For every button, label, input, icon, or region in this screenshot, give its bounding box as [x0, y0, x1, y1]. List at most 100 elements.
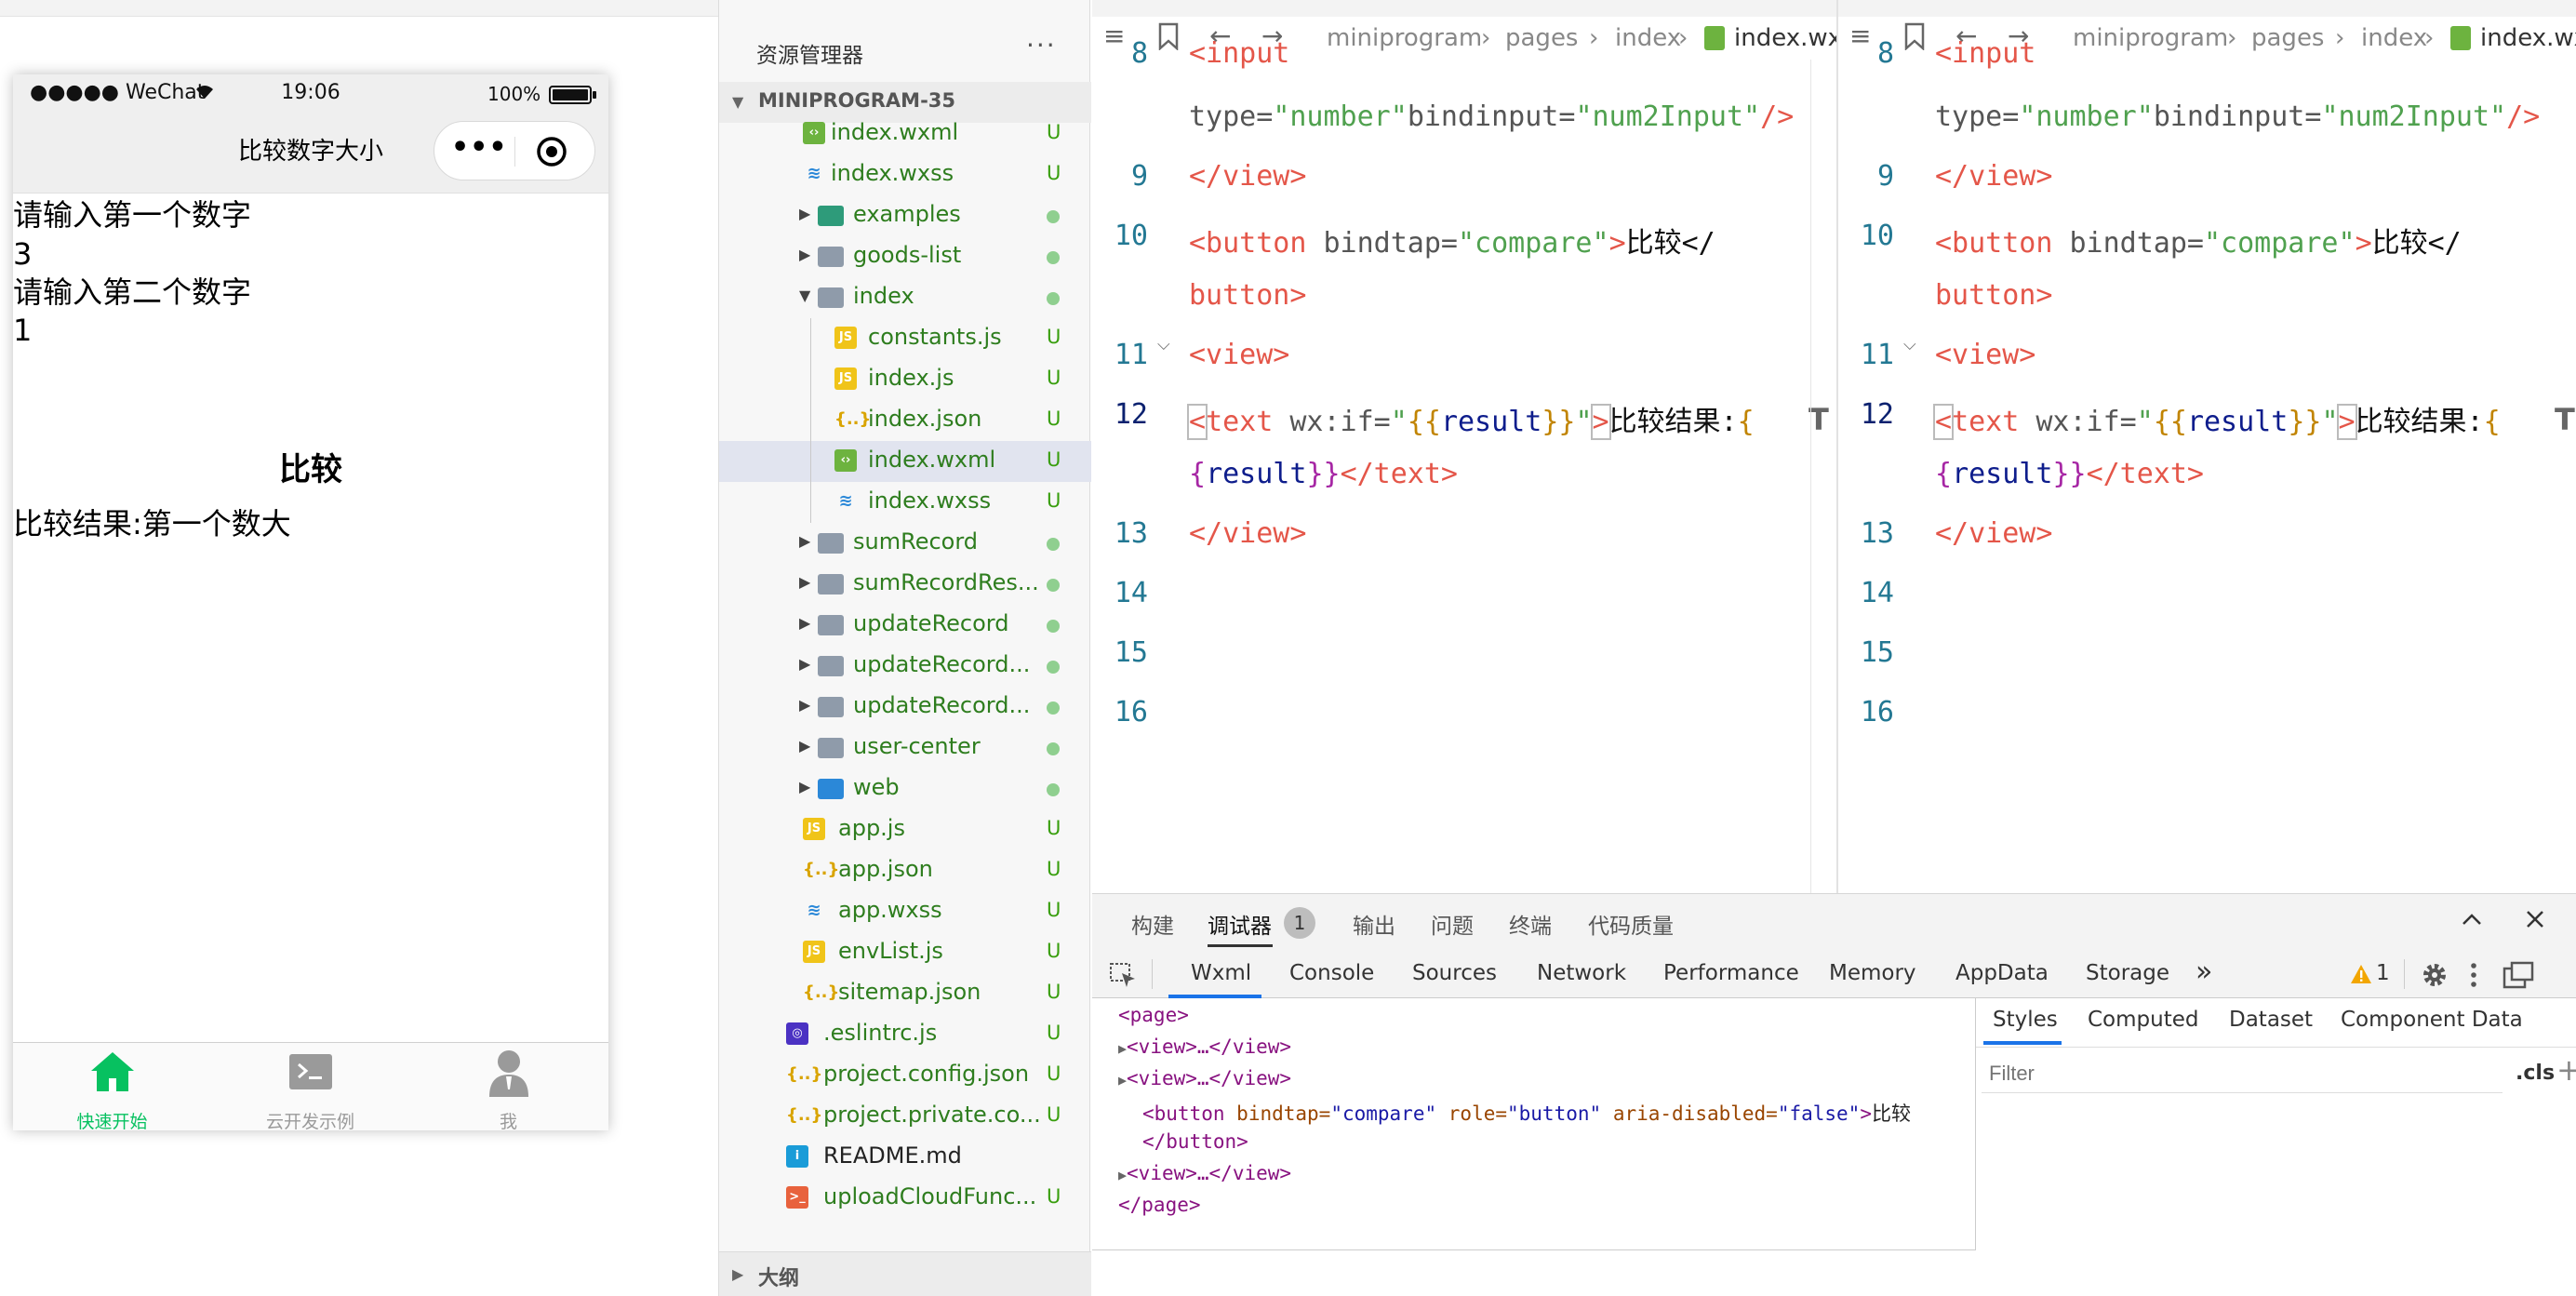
tree-item-index-wxss[interactable]: ≋ index.wxss U: [719, 154, 1091, 195]
tab-me[interactable]: 我: [409, 1043, 607, 1130]
tree-item-sitemap-json[interactable]: {..} sitemap.json U: [719, 973, 1091, 1014]
tree-item-index-json[interactable]: {..} index.json U: [719, 400, 1091, 441]
tab-terminal[interactable]: 终端: [1509, 908, 1552, 940]
expand-arrow-icon[interactable]: ▶: [1118, 1072, 1127, 1089]
tree-item-index-wxml[interactable]: ‹› index.wxml U: [719, 441, 1091, 482]
chevron-right-icon[interactable]: ▶: [799, 532, 810, 550]
devtools-tab-appdata[interactable]: AppData: [1955, 961, 2049, 985]
breadcrumb-file[interactable]: index.wxml: [1734, 24, 1836, 52]
tree-item-web[interactable]: ▶ web: [719, 768, 1091, 809]
bookmark-icon[interactable]: [1157, 22, 1180, 50]
tree-item-examples[interactable]: ▶ examples: [719, 195, 1091, 236]
styles-tab-dataset[interactable]: Dataset: [2229, 1008, 2313, 1032]
chevron-down-icon[interactable]: ▼: [799, 287, 810, 304]
chevron-right-icon[interactable]: ▶: [799, 696, 810, 714]
tab-debugger[interactable]: 调试器: [1208, 908, 1272, 940]
tree-item-uploadcloudfunc[interactable]: >_ uploadCloudFunc... U: [719, 1178, 1091, 1219]
tree-item-readme-md[interactable]: i README.md: [719, 1137, 1091, 1178]
close-miniprogram-icon[interactable]: [535, 135, 568, 168]
dom-node-view-2[interactable]: ▶<view>…</view>: [1118, 1067, 1291, 1089]
code-editor-left[interactable]: ≡ ← → miniprogram › pages › index › inde…: [1092, 0, 1836, 893]
breadcrumb-pages[interactable]: pages: [1505, 24, 1578, 52]
chevron-right-icon[interactable]: ▶: [799, 573, 810, 591]
tree-item-index-wxss[interactable]: ≋ index.wxss U: [719, 482, 1091, 523]
code-editor-right[interactable]: ≡ ← → miniprogram › pages › index › inde…: [1838, 0, 2576, 893]
tab-code-quality[interactable]: 代码质量: [1588, 908, 1674, 940]
fold-chevron-icon[interactable]: ⌵: [1903, 335, 1916, 354]
wxml-dom-tree[interactable]: <page> ▶<view>…</view> ▶<view>…</view> <…: [1092, 998, 1976, 1249]
tree-item-project-private-co[interactable]: {..} project.private.co... U: [719, 1096, 1091, 1137]
tree-item-sumrecordres[interactable]: ▶ sumRecordRes...: [719, 564, 1091, 605]
undock-icon[interactable]: [2503, 961, 2534, 989]
tree-item-updaterecord[interactable]: ▶ updateRecord...: [719, 687, 1091, 728]
dom-node-view-1[interactable]: ▶<view>…</view>: [1118, 1035, 1291, 1058]
close-icon[interactable]: [2525, 909, 2545, 929]
tree-item-project-config-json[interactable]: {..} project.config.json U: [719, 1055, 1091, 1096]
input-first-number[interactable]: 3: [13, 234, 32, 274]
tab-cloud-examples[interactable]: 云开发示例: [211, 1043, 409, 1130]
tab-quick-start[interactable]: 快速开始: [13, 1043, 211, 1130]
styles-filter-input[interactable]: [1982, 1054, 2503, 1093]
tree-item-app-wxss[interactable]: ≋ app.wxss U: [719, 891, 1091, 932]
cls-toggle-button[interactable]: .cls: [2516, 1062, 2555, 1085]
styles-tab-styles[interactable]: Styles: [1993, 1008, 2058, 1032]
chevron-right-icon[interactable]: ▶: [799, 614, 810, 632]
styles-tab-component-data[interactable]: Component Data: [2341, 1008, 2523, 1032]
devtools-tab-console[interactable]: Console: [1289, 961, 1374, 985]
chevron-right-icon[interactable]: ▶: [799, 655, 810, 673]
tree-item-app-js[interactable]: JS app.js U: [719, 809, 1091, 850]
capsule-menu[interactable]: •••: [434, 121, 595, 180]
tab-problems[interactable]: 问题: [1431, 908, 1474, 940]
expand-arrow-icon[interactable]: ▶: [1118, 1040, 1127, 1057]
styles-tab-computed[interactable]: Computed: [2088, 1008, 2198, 1032]
tree-item-envlist-js[interactable]: JS envList.js U: [719, 932, 1091, 973]
breadcrumb-index[interactable]: index: [1615, 24, 1681, 52]
tree-item-index-js[interactable]: JS index.js U: [719, 359, 1091, 400]
expand-arrow-icon[interactable]: ▶: [1118, 1167, 1127, 1183]
more-dots-icon[interactable]: •••: [451, 131, 508, 164]
tab-output[interactable]: 输出: [1353, 908, 1395, 940]
tree-item-sumrecord[interactable]: ▶ sumRecord: [719, 523, 1091, 564]
tab-build[interactable]: 构建: [1131, 908, 1174, 940]
dom-node-page[interactable]: <page>: [1118, 1004, 1189, 1026]
kebab-menu-icon[interactable]: [2469, 961, 2478, 989]
warning-count[interactable]: 1: [2376, 961, 2390, 985]
tree-item-goods-list[interactable]: ▶ goods-list: [719, 236, 1091, 277]
tree-item-constants-js[interactable]: JS constants.js U: [719, 318, 1091, 359]
breadcrumb-pages[interactable]: pages: [2251, 24, 2324, 52]
chevron-right-icon[interactable]: ▶: [799, 737, 810, 755]
chevron-right-icon[interactable]: ▶: [799, 246, 810, 263]
devtools-tab-storage[interactable]: Storage: [2086, 961, 2169, 985]
dom-node-button[interactable]: <button bindtap="compare" role="button" …: [1142, 1099, 1911, 1127]
dom-node-view-3[interactable]: ▶<view>…</view>: [1118, 1162, 1291, 1184]
tree-item-index[interactable]: ▼ index: [719, 277, 1091, 318]
outline-section[interactable]: ▶ 大纲: [719, 1251, 1091, 1296]
devtools-tab-memory[interactable]: Memory: [1829, 961, 1916, 985]
inspect-element-icon[interactable]: [1109, 962, 1137, 988]
devtools-tab-wxml[interactable]: Wxml: [1191, 961, 1251, 985]
tree-item-user-center[interactable]: ▶ user-center: [719, 728, 1091, 768]
devtools-tab-sources[interactable]: Sources: [1412, 961, 1497, 985]
breadcrumb-file[interactable]: index.wxml: [2480, 24, 2576, 52]
tree-item-eslintrc-js[interactable]: ◎ .eslintrc.js U: [719, 1014, 1091, 1055]
tree-item-updaterecord[interactable]: ▶ updateRecord: [719, 605, 1091, 646]
more-tabs-icon[interactable]: »: [2196, 955, 2212, 988]
tree-item-index-wxml[interactable]: ‹› index.wxml U: [719, 114, 1091, 154]
add-style-rule-icon[interactable]: +: [2556, 1052, 2576, 1088]
warning-icon[interactable]: [2350, 964, 2372, 984]
chevron-right-icon[interactable]: ▶: [799, 205, 810, 222]
compare-button[interactable]: 比较: [13, 442, 608, 498]
bookmark-icon[interactable]: [1903, 22, 1926, 50]
breadcrumb-miniprogram[interactable]: miniprogram: [1327, 24, 1482, 52]
tree-item-updaterecord[interactable]: ▶ updateRecord...: [719, 646, 1091, 687]
breadcrumb-index[interactable]: index: [2361, 24, 2427, 52]
devtools-tab-network[interactable]: Network: [1537, 961, 1626, 985]
input-second-number[interactable]: 1: [13, 311, 32, 350]
tree-item-app-json[interactable]: {..} app.json U: [719, 850, 1091, 891]
chevron-right-icon[interactable]: ▶: [799, 778, 810, 795]
settings-gear-icon[interactable]: [2421, 961, 2449, 989]
devtools-tab-performance[interactable]: Performance: [1663, 961, 1799, 985]
fold-chevron-icon[interactable]: ⌵: [1157, 335, 1170, 354]
breadcrumb-miniprogram[interactable]: miniprogram: [2073, 24, 2228, 52]
chevron-up-icon[interactable]: [2462, 913, 2482, 926]
